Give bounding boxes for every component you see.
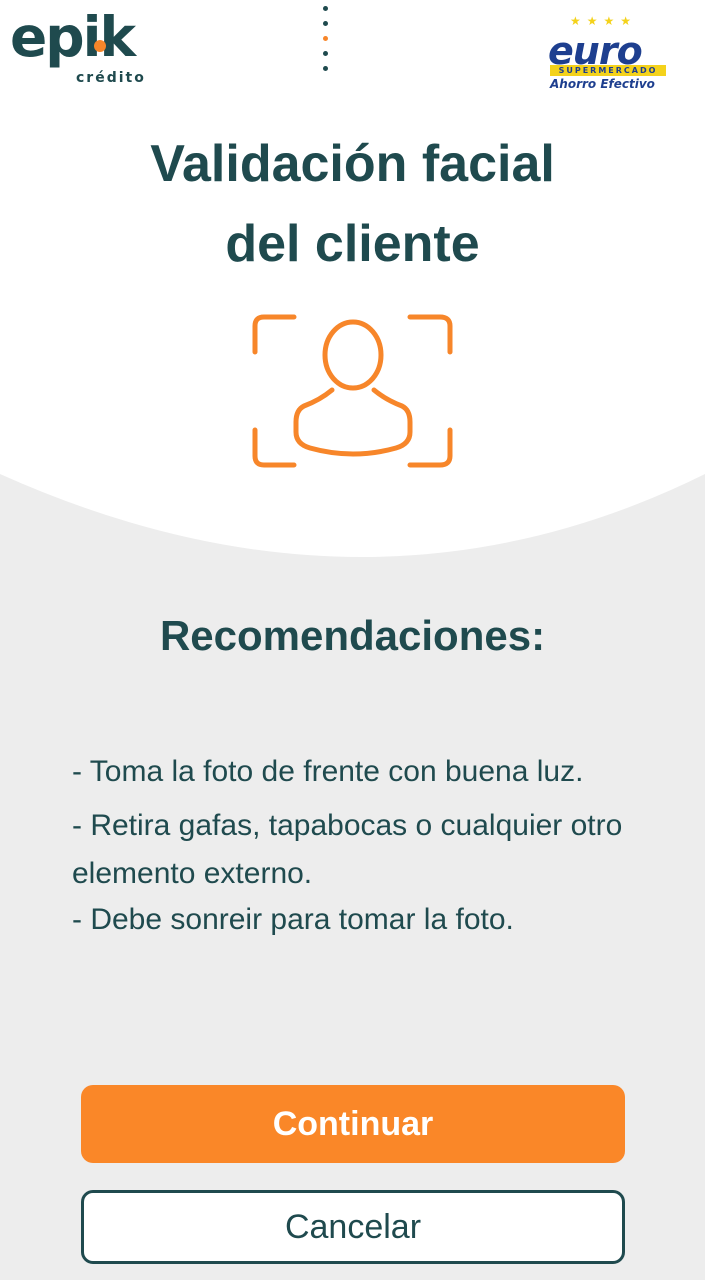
euro-logo: ★★★★ euro SUPERMERCADO Ahorro Efectivo [546,14,672,94]
continue-button[interactable]: Continuar [81,1085,625,1163]
recommendations-title: Recomendaciones: [159,612,546,659]
page-title-line2: del cliente [225,215,480,273]
epik-logo: epik crédito [10,10,150,92]
recommendation-item: - Retira gafas, tapabocas o cualquier ot… [72,809,623,890]
epik-logo-subtitle: crédito [76,70,146,86]
recommendation-item: - Toma la foto de frente con buena luz. [72,755,584,788]
epik-logo-dot [94,40,106,52]
vertical-dots-icon[interactable] [320,4,332,76]
recommendations-list: - Toma la foto de frente con buena luz. … [72,748,672,944]
euro-logo-band: SUPERMERCADO [550,65,666,76]
cancel-button[interactable]: Cancelar [81,1190,625,1264]
page-title-line1: Validación facial [150,135,555,193]
page-title: Validación facial del cliente [0,124,705,284]
stars-icon: ★★★★ [570,14,638,28]
face-scan-icon [250,312,456,472]
recommendation-item: - Debe sonreir para tomar la foto. [72,903,514,936]
euro-logo-tagline: Ahorro Efectivo [550,77,655,91]
epik-logo-word: epik [10,5,136,69]
